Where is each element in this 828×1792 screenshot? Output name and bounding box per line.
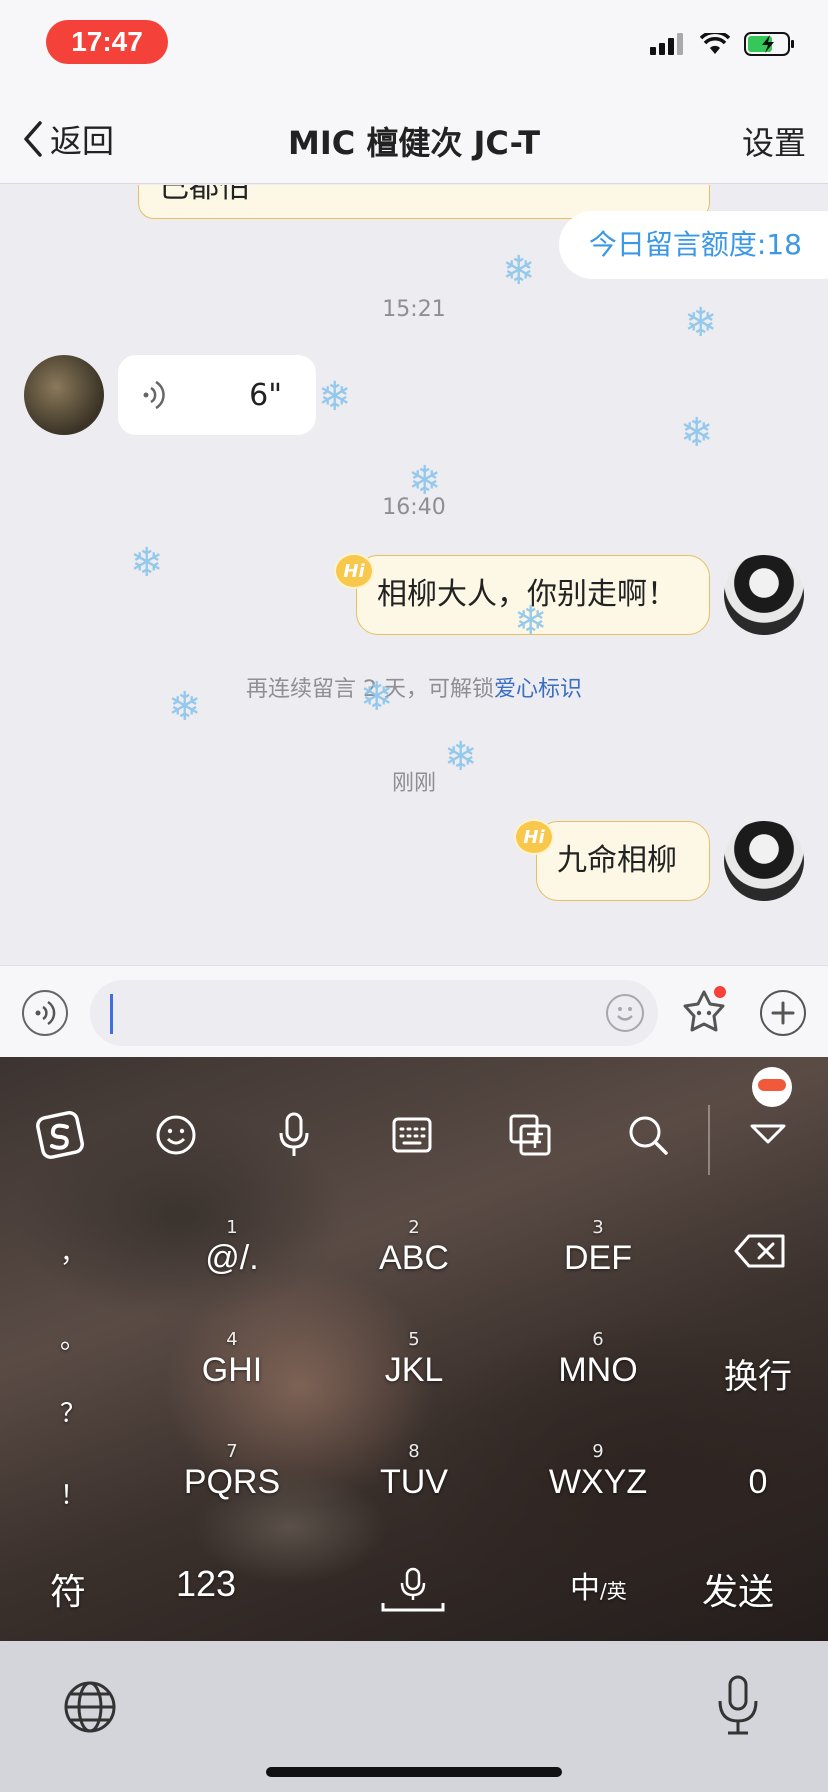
voice-input-button[interactable] <box>22 990 68 1036</box>
space-key[interactable] <box>380 1567 446 1622</box>
avatar[interactable] <box>724 555 804 635</box>
status-time: 17:47 <box>46 20 168 64</box>
lang-label: 中 <box>570 1571 600 1606</box>
notice-link[interactable]: 爱心标识 <box>494 677 582 702</box>
snowflake-icon: ❄ <box>444 734 478 780</box>
ime-keyboard: ， 。 ？ ！ 1 @/. 2 ABC 3 DEF 4 GHI 5 JKL 6 … <box>0 1057 828 1641</box>
plus-icon <box>771 1001 795 1025</box>
add-button[interactable] <box>760 990 806 1036</box>
punct-key[interactable]: 。 <box>60 1319 86 1356</box>
microphone-icon <box>381 1567 445 1612</box>
microphone-icon[interactable] <box>264 1105 324 1165</box>
search-icon[interactable] <box>618 1105 678 1165</box>
keyboard-toolbar <box>0 1105 828 1185</box>
avatar[interactable] <box>724 821 804 901</box>
key-8[interactable]: 8 TUV <box>354 1441 474 1502</box>
symbols-key[interactable]: 符 <box>50 1563 86 1615</box>
snowflake-icon: ❄ <box>514 598 548 644</box>
mascot-icon[interactable] <box>752 1067 792 1107</box>
backspace-icon <box>734 1234 785 1268</box>
keyboard-icon[interactable] <box>382 1105 442 1165</box>
wifi-icon <box>700 33 730 54</box>
star-emoji-button[interactable] <box>678 986 730 1038</box>
newline-key[interactable]: 换行 <box>708 1349 808 1398</box>
translate-icon[interactable] <box>500 1105 560 1165</box>
hi-badge-icon: Hi <box>514 819 554 855</box>
key-7[interactable]: 7 PQRS <box>172 1441 292 1502</box>
backspace-key[interactable] <box>720 1233 800 1273</box>
emoji-icon[interactable] <box>606 994 644 1032</box>
nav-bar: 返回 MIC 檀健次 JC-T 设置 <box>0 92 828 184</box>
key-0[interactable]: 0 <box>718 1463 798 1502</box>
snowflake-icon: ❄ <box>408 458 442 504</box>
numbers-key[interactable]: 123 <box>176 1563 236 1605</box>
home-indicator[interactable] <box>266 1767 562 1777</box>
hi-badge-icon: Hi <box>334 553 374 589</box>
chat-area[interactable]: 己都怕 今日留言额度:18 15:21 6" 16:40 相柳大人，你别走啊！ … <box>0 185 828 965</box>
voice-wave-icon <box>35 1000 56 1026</box>
message-text: 己都怕 <box>159 185 249 205</box>
snowflake-icon: ❄ <box>130 540 164 586</box>
page-title: MIC 檀健次 JC-T <box>287 124 541 162</box>
snowflake-icon: ❄ <box>318 374 352 420</box>
message-bubble[interactable]: 九命相柳 <box>536 821 710 901</box>
text-caret <box>110 994 113 1034</box>
smile-icon <box>617 1007 633 1021</box>
input-bar <box>0 965 828 1057</box>
lang-sub-label: /英 <box>600 1579 627 1603</box>
chevron-left-icon <box>24 121 42 157</box>
punct-key[interactable]: ！ <box>60 1475 86 1512</box>
message-input[interactable] <box>90 980 658 1046</box>
punct-key[interactable]: ， <box>60 1233 86 1270</box>
toolbar-divider <box>708 1105 710 1175</box>
snowflake-icon: ❄ <box>680 410 714 456</box>
snowflake-icon: ❄ <box>360 674 394 720</box>
back-button[interactable]: 返回 <box>22 116 114 162</box>
emoji-icon[interactable] <box>146 1105 206 1165</box>
status-icons <box>650 32 796 56</box>
avatar[interactable] <box>24 355 104 435</box>
streak-notice: 再连续留言 2 天，可解锁爱心标识 <box>0 671 828 703</box>
quota-badge[interactable]: 今日留言额度:18 <box>558 211 828 279</box>
voice-message-bubble[interactable]: 6" <box>118 355 316 435</box>
settings-button[interactable]: 设置 <box>742 118 806 164</box>
globe-icon[interactable] <box>62 1679 118 1739</box>
sogou-logo-icon[interactable] <box>30 1105 90 1165</box>
punct-key[interactable]: ？ <box>60 1393 86 1430</box>
dictation-icon[interactable] <box>710 1675 766 1741</box>
status-bar: 17:47 <box>0 0 828 92</box>
voice-duration: 6" <box>249 377 282 413</box>
key-1[interactable]: 1 @/. <box>172 1217 292 1278</box>
key-2[interactable]: 2 ABC <box>354 1217 474 1278</box>
key-5[interactable]: 5 JKL <box>354 1329 474 1390</box>
signal-icon <box>650 33 683 55</box>
snowflake-icon: ❄ <box>684 300 718 346</box>
snowflake-icon: ❄ <box>168 684 202 730</box>
key-9[interactable]: 9 WXYZ <box>538 1441 658 1502</box>
snowflake-icon: ❄ <box>502 248 536 294</box>
key-4[interactable]: 4 GHI <box>172 1329 292 1390</box>
star-face-icon <box>683 986 726 1032</box>
collapse-keyboard-icon[interactable] <box>738 1105 798 1165</box>
timestamp: 刚刚 <box>391 771 436 796</box>
language-toggle-key[interactable]: 中/英 <box>570 1563 627 1607</box>
battery-charging-icon <box>744 32 794 56</box>
message-text: 九命相柳 <box>557 843 677 878</box>
key-3[interactable]: 3 DEF <box>538 1217 658 1278</box>
system-keyboard-bar <box>0 1641 828 1792</box>
send-key[interactable]: 发送 <box>702 1563 774 1615</box>
key-6[interactable]: 6 MNO <box>538 1329 658 1390</box>
back-label: 返回 <box>50 122 115 160</box>
voice-wave-icon <box>143 380 165 410</box>
